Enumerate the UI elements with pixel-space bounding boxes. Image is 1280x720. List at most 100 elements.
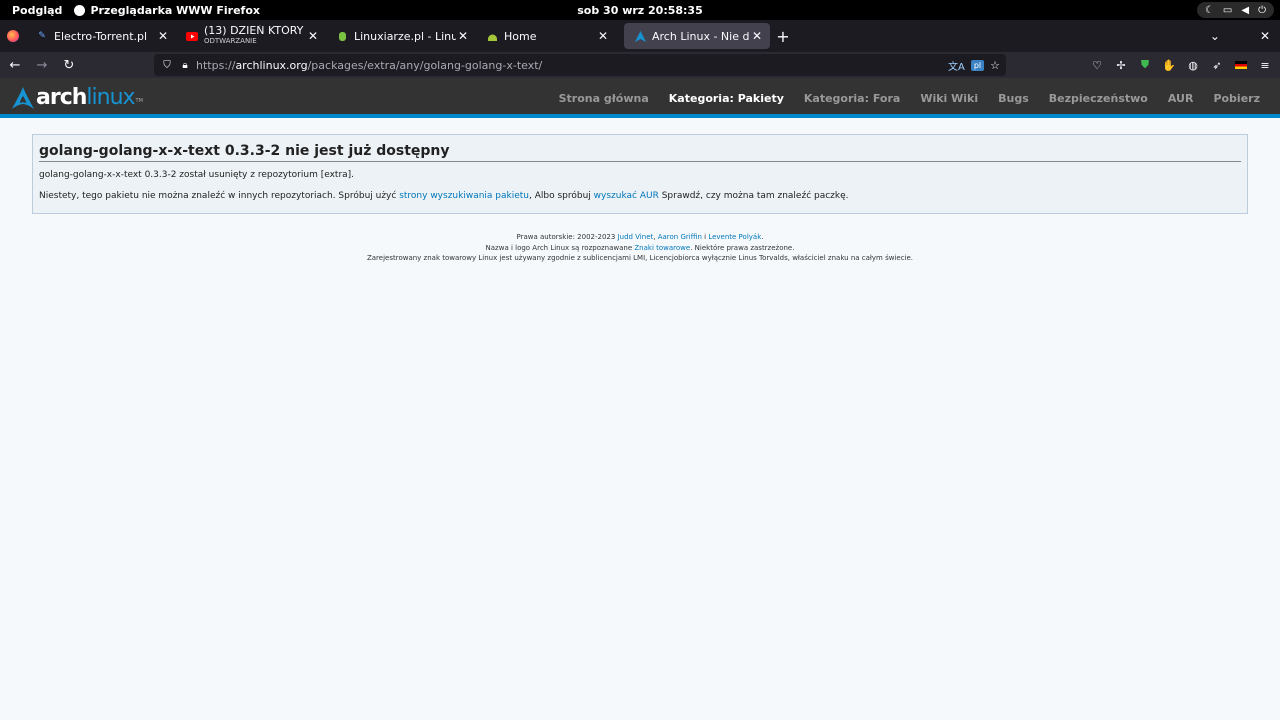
android-icon [486, 30, 498, 42]
translate-icon[interactable]: 文A [948, 58, 965, 73]
tab-title: Electro-Torrent.pl [54, 30, 148, 42]
suggestion-text-2: , Albo spróbuj [529, 191, 594, 201]
activities-button[interactable]: Podgląd [0, 4, 74, 17]
url-host: archlinux.org [235, 58, 308, 72]
nav-packages[interactable]: Kategoria: Pakiety [669, 92, 784, 105]
tab-strip: ✎ Electro-Torrent.pl ✕ (13) DZIEŃ KTÓRY … [0, 20, 1280, 52]
navigation-toolbar: ← → ↻ ⛉ 🔒︎ https://archlinux.org/package… [0, 52, 1280, 78]
nav-download[interactable]: Pobierz [1213, 92, 1260, 105]
suggestion-text-3: Sprawdź, czy można tam znaleźć paczkę. [658, 191, 849, 201]
tab-title: Home [504, 30, 537, 42]
night-light-icon: ☾ [1204, 4, 1214, 16]
system-top-bar: Podgląd Przeglądarka WWW Firefox sob 30 … [0, 0, 1280, 20]
tab-linuxiarze[interactable]: Linuxiarze.pl - Linux dla ludzi ✕ [326, 23, 476, 49]
plus-icon: + [776, 26, 790, 46]
tab-title: (13) DZIEŃ KTÓRY ZMIENI [204, 25, 306, 37]
extensions-icon[interactable]: ✢ [1114, 58, 1128, 72]
power-icon: ⏻ [1258, 4, 1266, 16]
nav-wiki[interactable]: Wiki Wiki [920, 92, 978, 105]
trademarks-link[interactable]: Znaki towarowe [634, 244, 690, 252]
arch-header: archlinux TM Strona główna Kategoria: Pa… [0, 78, 1280, 118]
new-tab-button[interactable]: + [770, 20, 796, 52]
nav-forums[interactable]: Kategoria: Fora [804, 92, 900, 105]
bookmark-star-icon[interactable]: ☆ [990, 59, 1000, 72]
back-button[interactable]: ← [3, 53, 27, 77]
author-link-judd[interactable]: Judd Vinet [618, 233, 654, 241]
list-all-tabs-icon[interactable]: ⌄ [1210, 29, 1220, 43]
author-link-levente[interactable]: Levente Polyák [708, 233, 761, 241]
tab-playing-label: ODTWARZANIE [204, 37, 257, 45]
arch-icon [634, 30, 646, 42]
arrow-right-icon: → [36, 57, 48, 73]
firefox-app-icon [74, 4, 86, 16]
app-name: Przeglądarka WWW Firefox [90, 3, 260, 17]
search-suggestion: Niestety, tego pakietu nie można znaleźć… [39, 191, 1241, 201]
system-tray[interactable]: ☾ ▭ ◀ ⏻ [1196, 2, 1274, 18]
clock[interactable]: sob 30 wrz 20:58:35 [577, 4, 703, 17]
nav-bugs[interactable]: Bugs [998, 92, 1029, 105]
tab-arch-linux[interactable]: Arch Linux - Nie dostępny ✕ [624, 23, 770, 49]
shield-icon[interactable]: ⛉ [160, 60, 174, 71]
pocket-icon[interactable]: ♡ [1090, 58, 1104, 72]
tab-home[interactable]: Home ✕ [476, 23, 616, 49]
url-path: /packages/extra/any/golang-golang-x-text… [307, 58, 543, 72]
nav-home[interactable]: Strona główna [559, 92, 649, 105]
tab-close-icon[interactable]: ✕ [306, 29, 320, 43]
tabs.0.icon: ✎ [38, 31, 46, 41]
extension-rocket-icon[interactable]: ➶ [1210, 58, 1224, 72]
app-menu-icon[interactable]: ≡ [1258, 58, 1272, 72]
suggestion-text-1: Niestety, tego pakietu nie można znaleźć… [39, 191, 400, 201]
arch-logo[interactable]: archlinux TM [11, 85, 143, 110]
trademark-line: Nazwa i logo Arch Linux są rozpoznawane … [0, 243, 1280, 254]
tab-close-icon[interactable]: ✕ [750, 29, 764, 43]
tab-close-icon[interactable]: ✕ [596, 29, 610, 43]
nav-aur[interactable]: AUR [1168, 92, 1194, 105]
firefox-view-button[interactable] [0, 20, 26, 52]
tab-youtube[interactable]: (13) DZIEŃ KTÓRY ZMIENI ODTWARZANIE ✕ [176, 23, 326, 49]
screen-icon: ▭ [1222, 4, 1233, 16]
copyright-line: Prawa autorskie: 2002-2023 Judd Vinet, A… [0, 232, 1280, 243]
trademark-text-end: . Niektóre prawa zastrzeżone. [690, 243, 795, 252]
arch-logo-icon [12, 86, 34, 109]
arch-main-nav: Strona główna Kategoria: Pakiety Kategor… [559, 78, 1260, 118]
volume-icon: ◀ [1241, 4, 1250, 16]
url-text[interactable]: https://archlinux.org/packages/extra/any… [196, 59, 542, 72]
url-protocol: https:// [196, 58, 236, 72]
youtube-icon [186, 30, 198, 42]
translate-language-badge[interactable]: pl [970, 59, 985, 71]
removed-notice: golang-golang-x-x-text 0.3.3-2 został us… [39, 170, 355, 180]
window-close-icon[interactable]: ✕ [1260, 29, 1270, 43]
wordmark-linux: linux [86, 85, 135, 110]
forward-button[interactable]: → [30, 53, 54, 77]
firefox-icon [7, 30, 19, 42]
linuxiarze-icon [336, 30, 348, 42]
tab-title: Linuxiarze.pl - Linux dla ludzi [354, 30, 456, 42]
aur-search-link[interactable]: wyszukać AUR [594, 191, 659, 201]
extension-profile-icon[interactable]: ◍ [1186, 58, 1200, 72]
nav-security[interactable]: Bezpieczeństwo [1049, 92, 1148, 105]
wordmark-arch: arch [36, 85, 87, 110]
package-not-found-box: golang-golang-x-x-text 0.3.3-2 nie jest … [32, 134, 1248, 214]
adblock-shield-icon[interactable]: ⛊ [1138, 58, 1152, 72]
page-title: golang-golang-x-x-text 0.3.3-2 nie jest … [39, 143, 1241, 162]
lock-icon[interactable]: 🔒︎ [178, 60, 192, 71]
trademark-mark: TM [135, 98, 143, 104]
extension-flag-icon[interactable] [1234, 58, 1248, 72]
reload-button[interactable]: ↻ [57, 53, 81, 77]
trademark-text: Nazwa i logo Arch Linux są rozpoznawane [485, 243, 635, 252]
package-search-link[interactable]: strony wyszukiwania pakietu [399, 191, 529, 201]
reload-icon: ↻ [63, 57, 75, 73]
tab-title: Arch Linux - Nie dostępny [652, 30, 750, 42]
copyright-text: Prawa autorskie: 2002-2023 [516, 233, 618, 241]
app-menu[interactable]: Przeglądarka WWW Firefox [74, 4, 260, 17]
tab-close-icon[interactable]: ✕ [456, 29, 470, 43]
tab-close-icon[interactable]: ✕ [156, 29, 170, 43]
extension-hand-icon[interactable]: ✋ [1162, 58, 1176, 72]
arrow-left-icon: ← [9, 57, 21, 73]
page-footer: Prawa autorskie: 2002-2023 Judd Vinet, A… [0, 232, 1280, 264]
separator: . [761, 233, 764, 241]
url-bar[interactable]: ⛉ 🔒︎ https://archlinux.org/packages/extr… [154, 54, 1006, 76]
author-link-aaron[interactable]: Aaron Griffin [658, 233, 702, 241]
tab-electro-torrent[interactable]: ✎ Electro-Torrent.pl ✕ [26, 23, 176, 49]
linux-trademark-line: Zarejestrowany znak towarowy Linux jest … [366, 254, 914, 262]
